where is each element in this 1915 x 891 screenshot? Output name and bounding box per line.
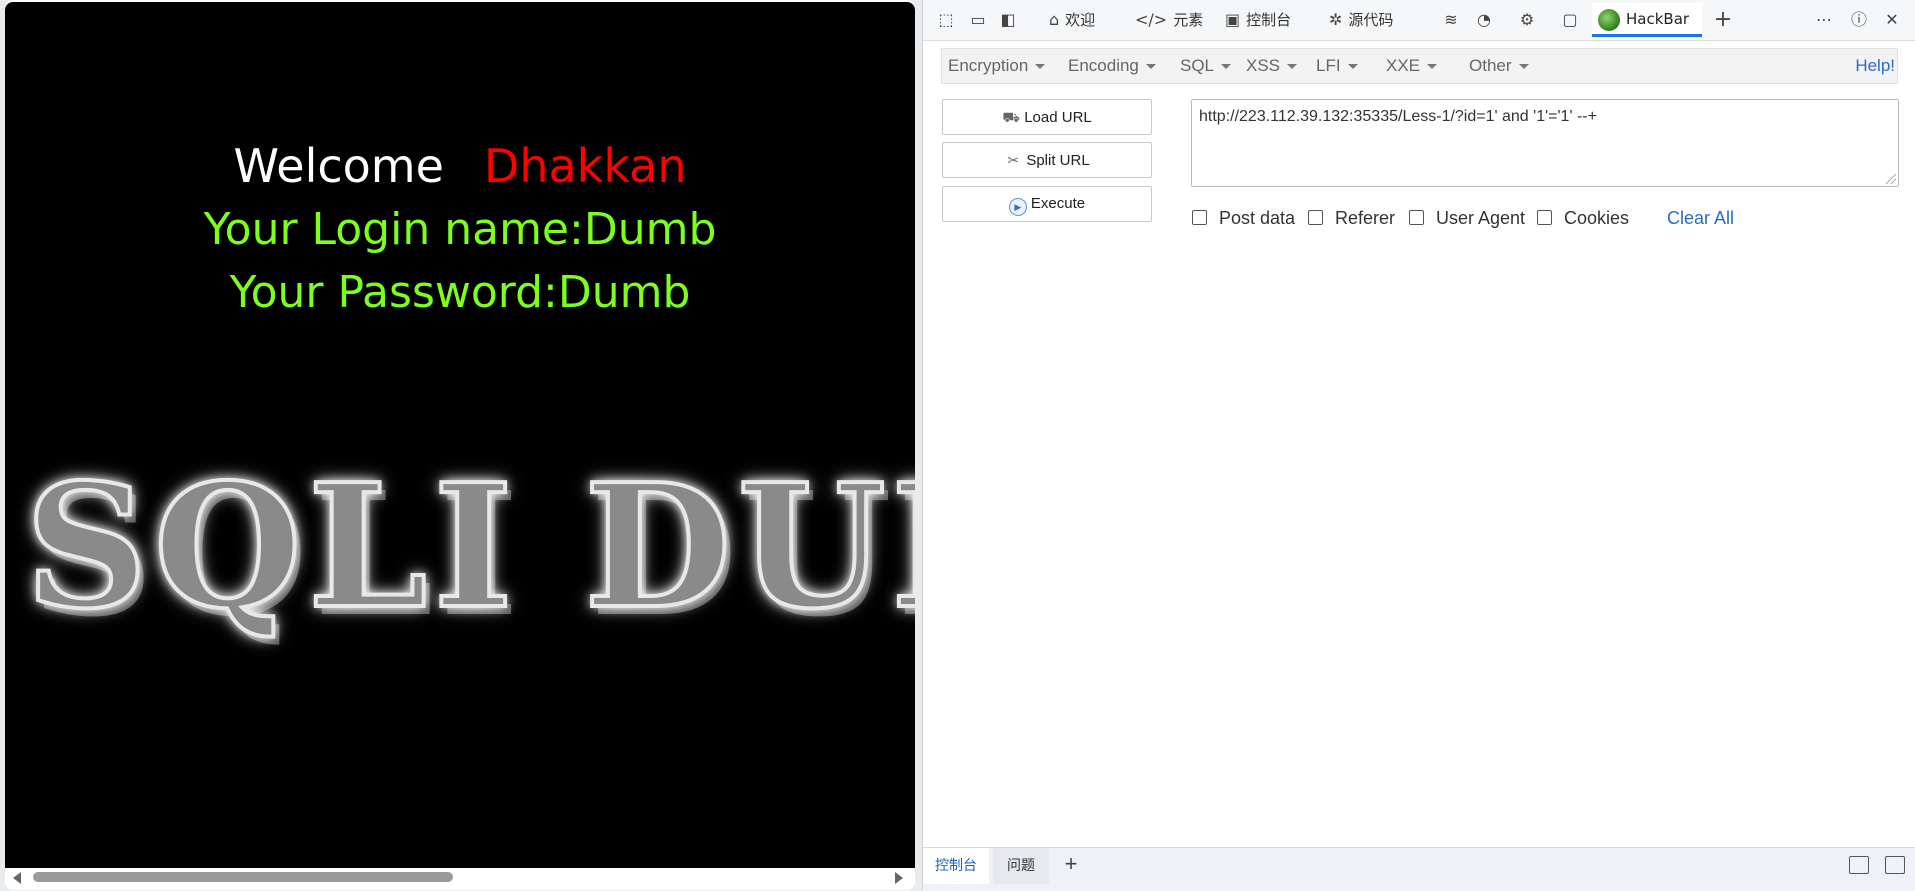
- chevron-down-icon: [1221, 64, 1232, 70]
- device-emulation-icon[interactable]: ▭: [967, 9, 989, 31]
- help-link[interactable]: Help!: [1855, 49, 1895, 83]
- load-url-label: Load URL: [1024, 109, 1092, 126]
- horizontal-scrollbar[interactable]: [5, 868, 915, 886]
- cookies-label: Cookies: [1564, 208, 1630, 228]
- menu-xss[interactable]: XSS: [1246, 49, 1298, 83]
- browser-viewport: Welcome Dhakkan Your Login name:Dumb Your…: [5, 0, 915, 890]
- menu-xxe-label: XXE: [1386, 56, 1421, 75]
- menu-other-label: Other: [1469, 56, 1512, 75]
- url-textarea[interactable]: http://223.112.39.132:35335/Less-1/?id=1…: [1191, 99, 1899, 187]
- menu-sql[interactable]: SQL: [1180, 49, 1232, 83]
- expand-drawer-icon[interactable]: [1885, 856, 1905, 874]
- password-line: Your Password:Dumb: [229, 267, 691, 318]
- chevron-down-icon: [1287, 64, 1298, 70]
- scissors-icon: ✂: [1007, 152, 1020, 168]
- login-name-line: Your Login name:Dumb: [203, 204, 717, 255]
- chevron-down-icon: [1427, 64, 1438, 70]
- menu-sql-label: SQL: [1180, 56, 1215, 75]
- play-icon: ▶: [1008, 198, 1027, 216]
- bug-icon: ✲: [1329, 10, 1343, 29]
- user-agent-checkbox[interactable]: User Agent: [1409, 207, 1525, 229]
- post-data-label: Post data: [1219, 208, 1296, 228]
- post-data-checkbox[interactable]: Post data: [1192, 207, 1295, 229]
- menu-lfi[interactable]: LFI: [1316, 49, 1358, 83]
- referer-label: Referer: [1335, 208, 1396, 228]
- menu-encryption-label: Encryption: [948, 56, 1029, 75]
- load-url-icon: ⛟: [1002, 109, 1021, 125]
- menu-other[interactable]: Other: [1469, 49, 1529, 83]
- hackbar-menu: Encryption Encoding SQL XSS LFI XXE Othe…: [941, 48, 1898, 84]
- tab-elements-label: 元素: [1173, 11, 1204, 29]
- menu-xss-label: XSS: [1246, 56, 1281, 75]
- memory-chip-icon[interactable]: ⚙: [1516, 9, 1538, 31]
- sqli-page: Welcome Dhakkan Your Login name:Dumb Your…: [5, 2, 915, 868]
- devtools-drawer: 控制台 问题 +: [923, 847, 1915, 891]
- sqli-dumb-logo: SQLI DUMB: [23, 447, 915, 647]
- dock-drawer-icon[interactable]: [1849, 856, 1869, 874]
- hackbar-logo-icon: [1598, 9, 1620, 31]
- menu-encoding[interactable]: Encoding: [1068, 49, 1156, 83]
- inspect-icon[interactable]: ⬚: [935, 9, 957, 31]
- clear-all-link[interactable]: Clear All: [1667, 207, 1734, 229]
- referer-checkbox[interactable]: Referer: [1308, 207, 1395, 229]
- devtools-panel: ⬚ ▭ ◧ ⌂ 欢迎 </> 元素 ▣ 控制台 ✲ 源代码 ≋ ◔ ⚙ ▢ HackBa…: [922, 0, 1915, 891]
- url-value: http://223.112.39.132:35335/Less-1/?id=1…: [1199, 108, 1597, 125]
- cookies-checkbox[interactable]: Cookies: [1537, 207, 1629, 229]
- tab-console-label: 控制台: [1246, 11, 1292, 29]
- split-url-button[interactable]: ✂ Split URL: [942, 142, 1152, 178]
- checkbox-icon[interactable]: [1308, 210, 1323, 225]
- tab-sources[interactable]: ✲ 源代码: [1329, 0, 1393, 40]
- console-icon: ▣: [1225, 10, 1241, 29]
- scrollbar-thumb[interactable]: [33, 872, 453, 882]
- drawer-tab-console[interactable]: 控制台: [923, 848, 989, 884]
- menu-encryption[interactable]: Encryption: [948, 49, 1046, 83]
- tab-welcome[interactable]: ⌂ 欢迎: [1049, 0, 1095, 40]
- tab-sources-label: 源代码: [1348, 11, 1394, 29]
- home-icon: ⌂: [1049, 10, 1060, 29]
- load-url-button[interactable]: ⛟ Load URL: [942, 99, 1152, 135]
- split-url-label: Split URL: [1026, 152, 1090, 169]
- menu-xxe[interactable]: XXE: [1386, 49, 1438, 83]
- welcome-text: Welcome: [233, 139, 444, 193]
- add-tab-icon[interactable]: +: [1712, 9, 1734, 31]
- checkbox-icon[interactable]: [1409, 210, 1424, 225]
- chevron-down-icon: [1347, 64, 1358, 70]
- code-icon: </>: [1135, 10, 1168, 29]
- chevron-down-icon: [1035, 64, 1046, 70]
- add-tab-icon[interactable]: +: [1059, 852, 1083, 876]
- checkbox-icon[interactable]: [1192, 210, 1207, 225]
- welcome-line: Welcome Dhakkan: [5, 138, 915, 194]
- tab-welcome-label: 欢迎: [1065, 11, 1096, 29]
- tab-console[interactable]: ▣ 控制台: [1225, 0, 1291, 40]
- user-agent-label: User Agent: [1436, 208, 1526, 228]
- execute-label: Execute: [1030, 195, 1086, 212]
- tab-hackbar[interactable]: HackBar: [1592, 3, 1702, 37]
- application-icon[interactable]: ▢: [1559, 9, 1581, 31]
- more-icon[interactable]: ⋯: [1813, 9, 1835, 31]
- menu-lfi-label: LFI: [1316, 56, 1341, 75]
- tab-hackbar-label: HackBar: [1626, 10, 1690, 28]
- tab-elements[interactable]: </> 元素: [1135, 0, 1203, 40]
- user-name: Dhakkan: [483, 139, 687, 193]
- execute-button[interactable]: ▶ Execute: [942, 186, 1152, 222]
- devtools-toolbar: ⬚ ▭ ◧ ⌂ 欢迎 </> 元素 ▣ 控制台 ✲ 源代码 ≋ ◔ ⚙ ▢ HackBa…: [923, 0, 1915, 41]
- help-icon[interactable]: ⓘ: [1848, 9, 1870, 31]
- scroll-left-icon[interactable]: [13, 872, 21, 884]
- chevron-down-icon: [1145, 64, 1156, 70]
- scroll-right-icon[interactable]: [895, 872, 903, 884]
- menu-encoding-label: Encoding: [1068, 56, 1139, 75]
- close-icon[interactable]: ✕: [1881, 9, 1903, 31]
- drawer-tab-issues[interactable]: 问题: [993, 848, 1049, 884]
- chevron-down-icon: [1518, 64, 1529, 70]
- performance-icon[interactable]: ◔: [1473, 9, 1495, 31]
- network-wifi-icon[interactable]: ≋: [1440, 9, 1462, 31]
- dock-sidebar-icon[interactable]: ◧: [997, 9, 1019, 31]
- resize-grip-icon[interactable]: [1886, 174, 1896, 184]
- checkbox-icon[interactable]: [1537, 210, 1552, 225]
